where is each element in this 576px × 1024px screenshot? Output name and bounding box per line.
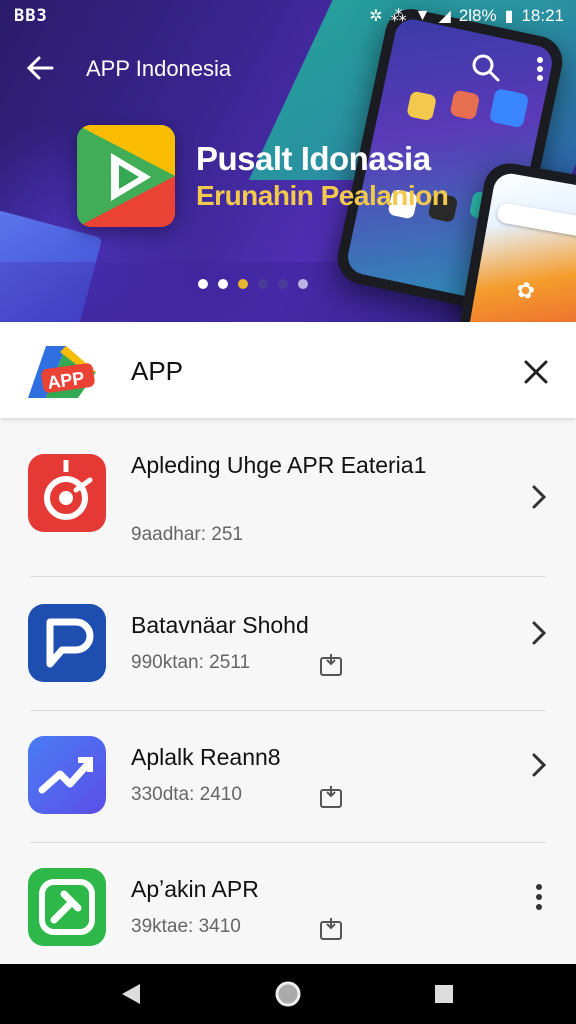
chart-icon <box>28 736 106 814</box>
item-name: Apʼakin APR <box>131 876 259 902</box>
wifi-icon: ▼ <box>414 7 431 24</box>
list-item[interactable]: Batavnäar Shohd 990ktan: 2511 <box>0 580 576 710</box>
chevron-right-icon[interactable] <box>524 618 554 648</box>
target-icon <box>28 454 106 532</box>
item-meta: 9aadhar: 251 <box>131 524 243 545</box>
system-nav-bar <box>0 964 576 1024</box>
status-left-text: BB3 <box>14 6 48 26</box>
item-meta: 330dta: 2410 <box>131 784 242 805</box>
list-item[interactable]: Aplalk Reann8 330dta: 2410 <box>0 712 576 842</box>
item-name: Aplalk Reann8 <box>131 744 281 770</box>
package-icon <box>318 784 344 810</box>
recents-square-icon[interactable] <box>428 978 460 1010</box>
more-vert-icon[interactable] <box>524 52 556 86</box>
home-circle-icon[interactable] <box>272 978 304 1010</box>
item-meta: 990ktan: 2511 <box>131 652 251 673</box>
item-name: Apleding Uhge APR Eateria1 <box>131 452 427 478</box>
p-icon <box>28 604 106 682</box>
gavel-icon <box>28 868 106 946</box>
carousel-dot[interactable] <box>218 279 228 289</box>
item-meta: 39ktae: 3410 <box>131 916 241 937</box>
carousel-dot[interactable] <box>298 279 308 289</box>
status-bar: BB3 ✲ ⁂ ▼ ◢ 2l8% ▮ 18:21 <box>0 0 576 32</box>
back-triangle-icon[interactable] <box>116 978 148 1010</box>
battery-icon: ▮ <box>504 8 514 25</box>
sync-icon: ✲ <box>369 8 383 25</box>
more-vert-icon[interactable] <box>524 882 554 912</box>
divider <box>30 576 546 577</box>
gear-icon: ✿ <box>514 276 537 305</box>
item-name: Batavnäar Shohd <box>131 612 309 638</box>
search-icon[interactable] <box>468 50 504 86</box>
chevron-right-icon[interactable] <box>524 482 554 512</box>
search-header: APP APP <box>0 322 576 418</box>
signal-icon: ◢ <box>438 8 451 25</box>
banner-title: Pusalt Idonasia <box>196 140 431 177</box>
carousel-dots[interactable] <box>198 279 308 289</box>
divider <box>30 710 546 711</box>
list-item[interactable]: Apʼakin APR 39ktae: 3410 <box>0 844 576 974</box>
back-arrow-icon[interactable] <box>22 50 58 86</box>
status-time: 18:21 <box>521 6 564 25</box>
close-icon[interactable] <box>518 354 554 390</box>
package-icon <box>318 652 344 678</box>
vibrate-icon: ⁂ <box>390 8 407 25</box>
header-title: APP <box>131 356 184 386</box>
app-bar: APP Indonesia <box>0 32 576 108</box>
chevron-right-icon[interactable] <box>524 750 554 780</box>
package-icon <box>318 916 344 942</box>
app-bar-title: APP Indonesia <box>86 56 232 81</box>
carousel-dot[interactable] <box>258 279 268 289</box>
divider <box>30 842 546 843</box>
list-item[interactable]: Apleding Uhge APR Eateria1 9aadhar: 251 <box>0 420 576 550</box>
banner-play-logo <box>77 125 175 227</box>
app-logo-icon: APP <box>26 342 98 402</box>
search-widget <box>495 201 576 239</box>
carousel-dot-active[interactable] <box>238 279 248 289</box>
banner-subtitle: Erunahin Pealanion <box>196 180 449 211</box>
status-icons: ✲ ⁂ ▼ ◢ 2l8% ▮ 18:21 <box>369 6 564 26</box>
carousel-dot[interactable] <box>278 279 288 289</box>
carousel-dot[interactable] <box>198 279 208 289</box>
battery-percent: 2l8% <box>458 6 497 25</box>
